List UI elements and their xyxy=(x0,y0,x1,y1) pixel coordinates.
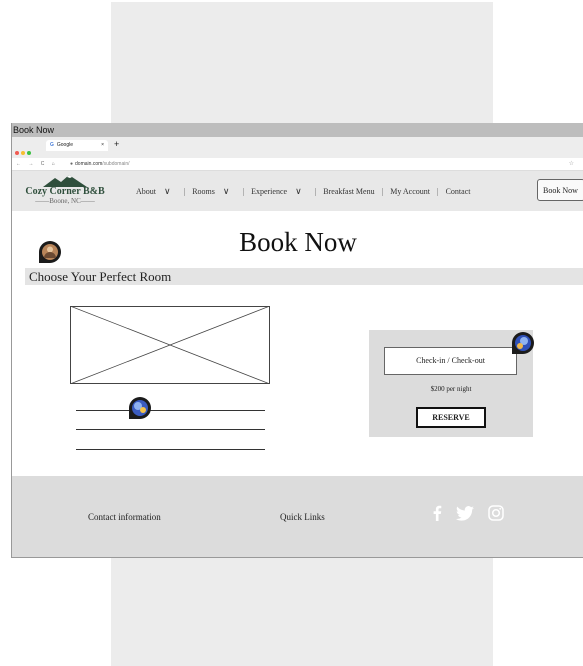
nav-separator: | xyxy=(436,186,439,196)
bookmark-star-icon[interactable]: ☆ xyxy=(569,158,574,170)
site-footer: Contact information Quick Links xyxy=(12,476,583,557)
price-label: $200 per night xyxy=(430,385,472,393)
nav-item-rooms[interactable]: Rooms ∨ xyxy=(188,186,239,197)
room-description-line xyxy=(76,449,265,450)
avatar-comment-marker[interactable] xyxy=(511,331,535,355)
nav-separator: | xyxy=(183,186,186,196)
reserve-button[interactable]: RESERVE xyxy=(416,407,486,428)
nav-separator: | xyxy=(314,186,317,196)
minimize-window-button[interactable] xyxy=(21,151,25,155)
footer-quick-links[interactable]: Quick Links xyxy=(280,512,325,522)
window-title: Book Now xyxy=(12,123,583,137)
lock-icon: ● xyxy=(70,161,74,167)
nav-item-experience[interactable]: Experience ∨ xyxy=(247,186,312,197)
avatar-comment-marker[interactable] xyxy=(128,396,152,420)
nav-separator: | xyxy=(242,186,245,196)
nav-label: Experience xyxy=(251,186,288,196)
avatar-comment-marker[interactable] xyxy=(38,240,62,264)
main-menu: About ∨ | Rooms ∨ | Experience ∨ | Breakfas… xyxy=(132,171,474,211)
nav-separator: | xyxy=(381,186,384,196)
room-image-placeholder xyxy=(70,306,270,384)
google-icon: G xyxy=(50,142,54,148)
nav-label: Rooms xyxy=(192,186,215,196)
page-title: Book Now xyxy=(239,227,357,257)
section-heading: Choose Your Perfect Room xyxy=(25,268,583,285)
booking-card: Check-in / Check-out $200 per night RESE… xyxy=(369,330,533,437)
chevron-down-icon: ∨ xyxy=(164,185,171,196)
url-field[interactable]: ● domain.com/subdomain/ xyxy=(70,158,130,170)
facebook-icon[interactable] xyxy=(432,505,442,526)
chevron-down-icon: ∨ xyxy=(222,185,230,196)
app-window: Book Now G Google × + ← → C ⌂ ● domain.com… xyxy=(11,123,583,558)
close-window-button[interactable] xyxy=(15,151,19,155)
logo-place: ——Boone, NC—— xyxy=(35,197,95,205)
close-tab-icon[interactable]: × xyxy=(101,140,104,151)
room-description-line xyxy=(76,429,265,430)
nav-item-my-account[interactable]: My Account xyxy=(386,187,434,196)
checkin-checkout-field[interactable]: Check-in / Check-out xyxy=(384,347,517,375)
maximize-window-button[interactable] xyxy=(27,151,31,155)
site-navbar: Cozy Corner B&B ——Boone, NC—— About ∨ | R… xyxy=(12,171,583,211)
browser-tab[interactable]: G Google × xyxy=(46,140,108,151)
nav-item-contact[interactable]: Contact xyxy=(442,187,475,196)
tab-title: Google xyxy=(56,142,74,148)
book-now-button[interactable]: Book Now xyxy=(537,179,583,201)
url-path: /subdomain/ xyxy=(102,161,130,167)
new-tab-button[interactable]: + xyxy=(114,139,119,149)
logo-name: Cozy Corner B&B xyxy=(25,186,105,197)
nav-item-about[interactable]: About ∨ xyxy=(132,186,181,197)
nav-item-breakfast-menu[interactable]: Breakfast Menu xyxy=(319,187,378,196)
social-icons xyxy=(432,505,518,526)
chevron-down-icon: ∨ xyxy=(295,185,302,196)
instagram-icon[interactable] xyxy=(488,505,504,526)
footer-contact-link[interactable]: Contact information xyxy=(88,512,161,522)
twitter-icon[interactable] xyxy=(456,505,474,526)
nav-label: About xyxy=(136,186,156,196)
browser-nav-icons[interactable]: ← → C ⌂ xyxy=(16,158,58,170)
address-bar[interactable]: ← → C ⌂ ● domain.com/subdomain/ ☆ xyxy=(12,158,583,171)
site-logo[interactable]: Cozy Corner B&B ——Boone, NC—— xyxy=(22,175,108,205)
url-domain: domain.com xyxy=(75,161,103,167)
room-description-line xyxy=(76,410,265,411)
browser-tabbar: G Google × + xyxy=(12,137,583,158)
